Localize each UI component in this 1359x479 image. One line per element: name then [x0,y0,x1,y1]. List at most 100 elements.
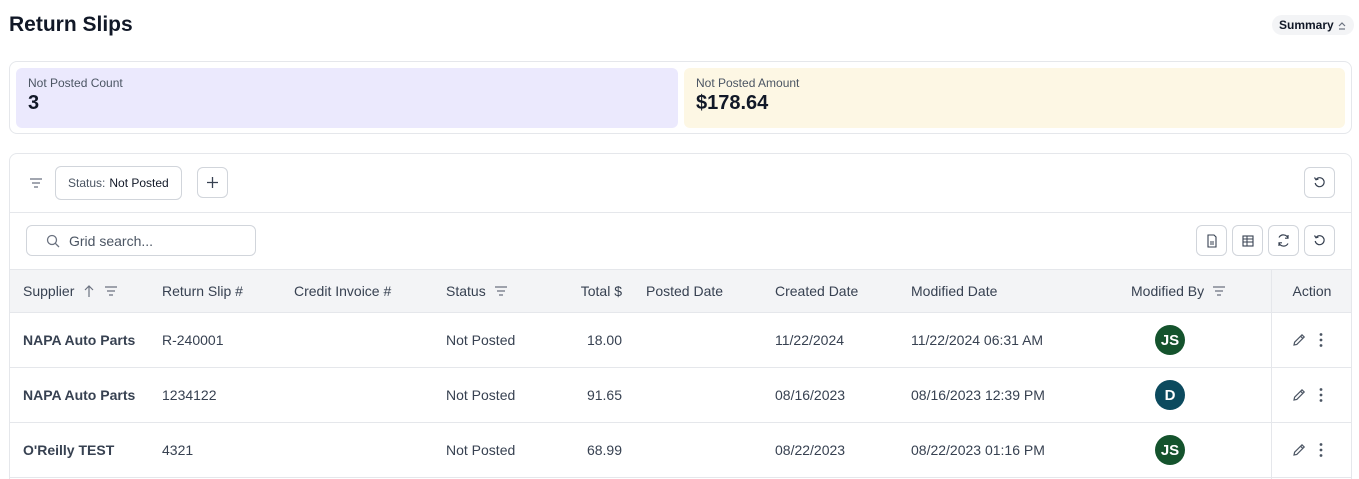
table-header: Supplier Return Slip # Credit Invoice # … [10,269,1351,313]
column-label: Total $ [580,283,622,299]
more-vertical-icon [1319,333,1323,347]
column-label: Modified By [1131,283,1205,299]
avatar: D [1155,380,1185,410]
cell-modified-by: JS [1155,423,1185,477]
grid-search[interactable] [26,225,256,256]
cell-status: Not Posted [446,387,516,403]
more-vertical-icon [1319,388,1323,402]
edit-button[interactable] [1291,332,1307,348]
edit-button[interactable] [1291,387,1307,403]
column-label: Supplier [23,283,75,299]
search-icon [46,234,60,248]
sort-ascending-icon[interactable] [82,284,96,298]
status-filter-chip[interactable]: Status: Not Posted [55,166,182,200]
reset-icon [1313,177,1325,188]
filter-chip-key: Status: [68,176,106,190]
cell-return-slip: 4321 [162,442,194,458]
cell-modified-date: 08/22/2023 01:16 PM [911,442,1045,458]
spreadsheet-icon [1241,234,1254,247]
cell-action [1291,423,1323,477]
grid-toolbar [10,213,1351,269]
column-label: Credit Invoice # [294,283,392,299]
column-filter-icon[interactable] [494,284,508,298]
grid-panel: Status: Not Posted Supplier [9,153,1352,479]
cell-return-slip: R-240001 [162,332,224,348]
cell-modified-by: D [1155,368,1185,422]
cell-action [1291,368,1323,422]
summary-panel: Not Posted Count 3 Not Posted Amount $17… [9,61,1352,134]
column-header-total[interactable]: Total $ [550,270,622,312]
column-filter-icon[interactable] [1212,284,1226,298]
summary-toggle-label: Summary [1279,18,1334,32]
column-header-action: Action [1272,270,1351,312]
pdf-icon [1206,233,1217,248]
cell-total: 91.65 [586,387,622,403]
cell-modified-date: 11/22/2024 06:31 AM [911,332,1044,348]
cell-total: 18.00 [586,332,622,348]
column-header-status[interactable]: Status [446,270,508,312]
cell-total: 68.99 [586,442,622,458]
card-value: $178.64 [696,92,769,114]
page-title: Return Slips [9,13,133,36]
column-filter-icon[interactable] [104,284,118,298]
card-label: Not Posted Count [28,76,123,90]
filter-icon[interactable] [29,176,43,190]
avatar: JS [1155,325,1185,355]
more-actions-button[interactable] [1319,387,1323,403]
column-label: Status [446,283,486,299]
export-pdf-button[interactable] [1196,225,1227,256]
refresh-button[interactable] [1268,225,1299,256]
more-actions-button[interactable] [1319,442,1323,458]
cell-created-date: 08/22/2023 [775,442,846,458]
cell-created-date: 11/22/2024 [775,332,845,348]
table-row[interactable]: NAPA Auto Parts R-240001 Not Posted 18.0… [10,313,1351,368]
column-header-modified-by[interactable]: Modified By [1131,270,1226,312]
add-filter-button[interactable] [197,167,228,198]
column-label: Modified Date [911,283,998,299]
grid-search-input[interactable] [69,232,239,249]
reset-layout-button[interactable] [1304,225,1335,256]
column-header-modified-date[interactable]: Modified Date [911,270,997,312]
cell-created-date: 08/16/2023 [775,387,846,403]
reset-filters-button[interactable] [1304,167,1335,198]
pencil-icon [1293,388,1306,401]
column-header-supplier[interactable]: Supplier [23,270,118,312]
more-actions-button[interactable] [1319,332,1323,348]
avatar: JS [1155,435,1185,465]
cell-modified-by: JS [1155,313,1185,367]
export-excel-button[interactable] [1232,225,1263,256]
cell-return-slip: 1234122 [162,387,217,403]
column-header-created-date[interactable]: Created Date [775,270,858,312]
cell-status: Not Posted [446,332,516,348]
pencil-icon [1293,333,1306,346]
cell-supplier: NAPA Auto Parts [23,332,136,348]
chevron-up-icon [1338,22,1346,30]
column-header-credit-invoice[interactable]: Credit Invoice # [294,270,391,312]
cell-modified-date: 08/16/2023 12:39 PM [911,387,1045,403]
filter-bar: Status: Not Posted [10,154,1351,213]
cell-supplier: O'Reilly TEST [23,442,115,458]
column-label: Posted Date [646,283,724,299]
pencil-icon [1293,443,1306,456]
action-column-divider [1271,269,1272,479]
cell-status: Not Posted [446,442,516,458]
card-value: 3 [28,92,40,114]
plus-icon [207,177,218,188]
card-label: Not Posted Amount [696,76,800,90]
table-row[interactable]: O'Reilly TEST 4321 Not Posted 68.99 08/2… [10,423,1351,478]
column-label: Action [1292,283,1332,299]
filter-chip-value: Not Posted [109,176,169,190]
column-header-posted-date[interactable]: Posted Date [646,270,723,312]
cell-supplier: NAPA Auto Parts [23,387,136,403]
refresh-icon [1278,234,1289,247]
edit-button[interactable] [1291,442,1307,458]
summary-card-not-posted-count: Not Posted Count 3 [16,68,678,128]
summary-card-not-posted-amount: Not Posted Amount $178.64 [684,68,1345,128]
column-header-return-slip[interactable]: Return Slip # [162,270,243,312]
column-label: Return Slip # [162,283,243,299]
summary-toggle-button[interactable]: Summary [1272,15,1354,35]
cell-action [1291,313,1323,367]
reset-icon [1313,235,1325,246]
more-vertical-icon [1319,443,1323,457]
table-row[interactable]: NAPA Auto Parts 1234122 Not Posted 91.65… [10,368,1351,423]
